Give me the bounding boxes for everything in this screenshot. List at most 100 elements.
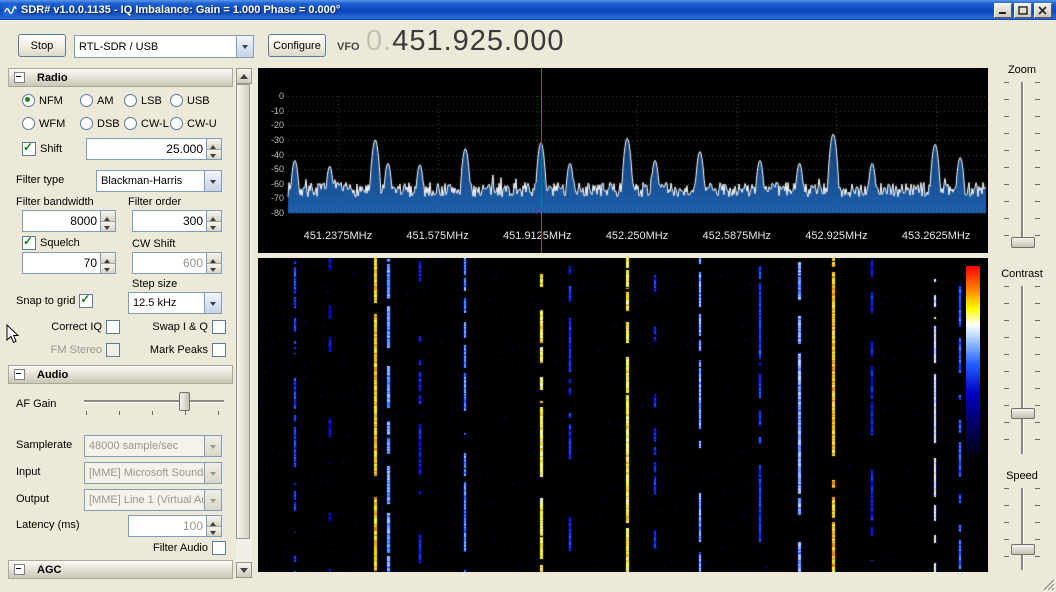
radio-panel-header[interactable]: Radio — [8, 68, 233, 87]
filter-audio-checkbox[interactable]: Filter Audio — [122, 541, 226, 555]
spectrum-canvas[interactable] — [258, 68, 988, 253]
audio-input-select: [MME] Microsoft Sound — [84, 462, 222, 484]
spinner-up-icon[interactable] — [207, 139, 221, 150]
samplerate-select: 48000 sample/sec — [84, 435, 222, 457]
squelch-checkbox[interactable]: Squelch — [22, 234, 80, 250]
db-tick-label: 0 — [278, 91, 284, 101]
checkbox-icon — [212, 343, 226, 357]
agc-panel-header[interactable]: AGC — [8, 560, 233, 579]
slider-track[interactable] — [1021, 286, 1024, 454]
collapse-minus-icon[interactable] — [14, 72, 25, 83]
mode-radio-nfm[interactable]: NFM — [22, 94, 63, 107]
mode-radio-am[interactable]: AM — [80, 94, 114, 107]
dropdown-arrow-icon[interactable] — [204, 171, 221, 191]
spinner-down-icon[interactable] — [101, 221, 115, 231]
samplerate-value: 48000 sample/sec — [89, 440, 179, 452]
checkbox-icon — [106, 320, 120, 334]
device-select[interactable]: RTL-SDR / USB — [74, 35, 254, 58]
speed-thumb[interactable] — [1011, 544, 1035, 556]
latency-label: Latency (ms) — [16, 519, 80, 531]
shift-checkbox[interactable]: Shift — [22, 140, 62, 156]
agc-panel-title: AGC — [37, 563, 62, 576]
device-select-value: RTL-SDR / USB — [79, 40, 159, 53]
filter-bandwidth-spinner[interactable] — [100, 211, 115, 231]
dropdown-arrow-icon[interactable] — [204, 293, 221, 313]
correct-iq-checkbox[interactable]: Correct IQ — [16, 320, 120, 334]
mode-radio-usb[interactable]: USB — [170, 94, 210, 107]
slider-track[interactable] — [1021, 488, 1024, 570]
filter-type-label: Filter type — [16, 174, 65, 186]
spinner-up-icon[interactable] — [101, 211, 115, 222]
scroll-down-icon[interactable] — [236, 562, 252, 578]
checkbox-icon — [79, 292, 94, 308]
mode-radio-lsb[interactable]: LSB — [124, 94, 162, 107]
radio-dot-icon — [170, 94, 183, 107]
radio-dot-icon — [124, 117, 137, 130]
scrollbar-thumb[interactable] — [236, 84, 250, 539]
mode-radio-wfm[interactable]: WFM — [22, 117, 65, 130]
titlebar: SDR# v1.0.0.1135 - IQ Imbalance: Gain = … — [0, 0, 1056, 20]
zoom-slider[interactable] — [1002, 80, 1042, 248]
dropdown-arrow-icon[interactable] — [236, 36, 253, 57]
speed-label: Speed — [1006, 470, 1038, 482]
step-size-select[interactable]: 12.5 kHz — [128, 292, 222, 314]
filter-bandwidth-input[interactable]: 8000 — [22, 210, 116, 232]
af-gain-slider[interactable] — [84, 390, 224, 416]
latency-spinner — [206, 516, 221, 536]
resize-grip[interactable] — [1042, 578, 1055, 591]
checkbox-icon — [22, 140, 36, 156]
audio-input-value: [MME] Microsoft Sound — [89, 467, 204, 479]
waterfall-display[interactable] — [258, 258, 988, 572]
stop-button[interactable]: Stop — [18, 34, 66, 57]
mode-radio-cwl[interactable]: CW-L — [124, 117, 169, 130]
frequency-tick-label: 452.5875MHz — [702, 230, 771, 242]
shift-input[interactable]: 25.000 — [86, 138, 222, 160]
step-size-label: Step size — [132, 278, 178, 290]
scroll-up-icon[interactable] — [236, 68, 252, 84]
filter-order-value: 300 — [182, 214, 203, 228]
af-gain-thumb[interactable] — [179, 392, 191, 411]
mark-peaks-checkbox[interactable]: Mark Peaks — [126, 343, 226, 357]
zoom-thumb[interactable] — [1011, 237, 1035, 248]
configure-button[interactable]: Configure — [268, 34, 326, 57]
contrast-thumb[interactable] — [1011, 407, 1035, 419]
slider-ticks — [1004, 82, 1009, 246]
waterfall-canvas[interactable] — [258, 258, 988, 572]
spinner-down-icon[interactable] — [207, 221, 221, 231]
frequency-display[interactable]: 0.451.925.000 — [366, 25, 564, 65]
speed-slider[interactable] — [1002, 486, 1042, 572]
slider-track[interactable] — [1021, 82, 1024, 246]
snap-to-grid-checkbox[interactable]: Snap to grid — [16, 292, 94, 308]
filter-order-input[interactable]: 300 — [132, 210, 222, 232]
squelch-input[interactable]: 70 — [22, 252, 116, 274]
spinner-up-icon[interactable] — [101, 253, 115, 264]
radio-panel-title: Radio — [37, 71, 68, 84]
radio-dot-icon — [80, 117, 93, 130]
shift-spinner[interactable] — [206, 139, 221, 159]
tuning-indicator-line — [541, 68, 542, 253]
mode-radio-dsb[interactable]: DSB — [80, 117, 120, 130]
filter-order-spinner[interactable] — [206, 211, 221, 231]
spinner-up-icon[interactable] — [207, 211, 221, 222]
spinner-down-icon — [207, 263, 221, 273]
collapse-minus-icon[interactable] — [14, 564, 25, 575]
frequency-tick-label: 451.9125MHz — [503, 230, 572, 242]
spinner-down-icon[interactable] — [207, 149, 221, 159]
filter-type-select[interactable]: Blackman-Harris — [96, 170, 222, 192]
swap-iq-checkbox[interactable]: Swap I & Q — [126, 320, 226, 334]
slider-ticks — [1035, 488, 1040, 570]
slider-ticks — [1035, 82, 1040, 246]
sidebar-scrollbar[interactable] — [236, 68, 252, 578]
audio-panel-header[interactable]: Audio — [8, 365, 233, 384]
collapse-minus-icon[interactable] — [14, 369, 25, 380]
spinner-down-icon[interactable] — [101, 263, 115, 273]
checkbox-icon — [106, 343, 120, 357]
audio-output-label: Output — [16, 493, 50, 505]
db-tick-label: -50 — [270, 164, 284, 175]
squelch-spinner[interactable] — [100, 253, 115, 273]
contrast-slider[interactable] — [1002, 284, 1042, 456]
slider-track[interactable] — [84, 400, 224, 403]
spectrum-display[interactable]: 0 -10 -20 -30 -40 -50 -60 -70 -80 451.2375MHz 451.… — [258, 68, 988, 253]
mode-radio-cwu[interactable]: CW-U — [170, 117, 217, 130]
step-size-value: 12.5 kHz — [133, 297, 177, 309]
